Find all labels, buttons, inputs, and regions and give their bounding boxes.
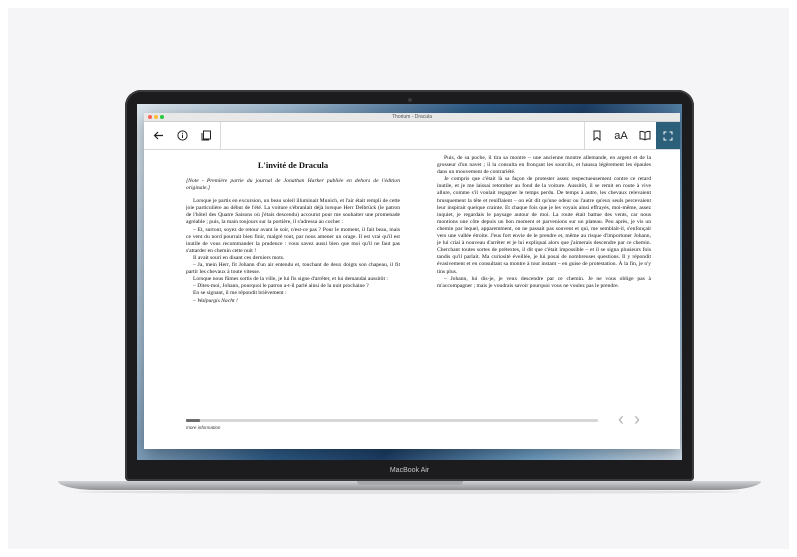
background: Thorium - Dracula aA L'invité de Dracula… xyxy=(8,8,789,549)
laptop-notch xyxy=(357,481,463,485)
bookmark-icon xyxy=(593,130,601,141)
fullscreen-button[interactable] xyxy=(656,122,680,149)
arrow-left-icon xyxy=(153,131,163,140)
toolbar-divider xyxy=(220,122,221,149)
info-button[interactable] xyxy=(170,122,194,149)
paragraph: – Et, surtout, soyez de retour avant le … xyxy=(186,226,400,254)
book-open-icon xyxy=(639,130,651,141)
paragraph: Je compris que c'était là sa façon de pr… xyxy=(437,176,651,275)
next-page-button[interactable]: › xyxy=(630,409,644,429)
toc-button[interactable] xyxy=(194,122,218,149)
camera-icon xyxy=(407,98,412,102)
more-information-link[interactable]: more information xyxy=(186,425,220,430)
paragraph: En se signant, il me répondit brièvement… xyxy=(193,290,287,297)
title-bar: Thorium - Dracula xyxy=(144,113,680,122)
back-button[interactable] xyxy=(146,122,170,149)
toolbar: aA xyxy=(144,122,680,150)
paragraph: Lorsque nous fûmes sortis de la ville, j… xyxy=(193,276,388,283)
previous-page-button[interactable]: ‹ xyxy=(614,409,628,429)
laptop-screen: Thorium - Dracula aA L'invité de Dracula… xyxy=(137,104,682,460)
paragraph: Lorsque je partis en excursion, un beau … xyxy=(186,198,400,226)
paragraph: – Johann, lui dis-je, je veux descendre … xyxy=(437,275,651,289)
paragraph: Puis, de sa poche, il tira sa montre – u… xyxy=(437,155,651,176)
laptop-shadow xyxy=(78,490,741,494)
library-icon xyxy=(201,130,211,141)
paragraph: – Ja, mein Herr, fit Johann d'un air ent… xyxy=(186,262,400,276)
paragraph: – Walpurgis Nacht ! xyxy=(193,297,238,304)
paragraph: Il avait souri en disant ces derniers mo… xyxy=(193,254,285,261)
text-settings-button[interactable]: aA xyxy=(609,122,633,149)
editor-note: [Note - Première partie du journal de Jo… xyxy=(186,178,400,192)
reading-mode-button[interactable] xyxy=(633,122,657,149)
window-title: Thorium - Dracula xyxy=(391,114,432,120)
device-label: MacBook Air xyxy=(389,467,430,474)
reader-window: Thorium - Dracula aA L'invité de Dracula… xyxy=(144,113,680,449)
left-page: L'invité de Dracula [Note - Première par… xyxy=(186,155,400,403)
paragraph: – Dites-moi, Johann, pourquoi le patron … xyxy=(193,283,369,290)
reading-progress-fill xyxy=(186,419,201,422)
bookmark-button[interactable] xyxy=(585,122,609,149)
right-page: Puis, de sa poche, il tira sa montre – u… xyxy=(437,155,651,403)
info-icon xyxy=(176,130,188,141)
laptop-lid: Thorium - Dracula aA L'invité de Dracula… xyxy=(125,90,694,481)
fullscreen-icon xyxy=(663,131,673,140)
reading-progress-bar[interactable] xyxy=(186,419,598,422)
text-size-icon: aA xyxy=(614,129,628,142)
chapter-title: L'invité de Dracula xyxy=(257,160,329,170)
